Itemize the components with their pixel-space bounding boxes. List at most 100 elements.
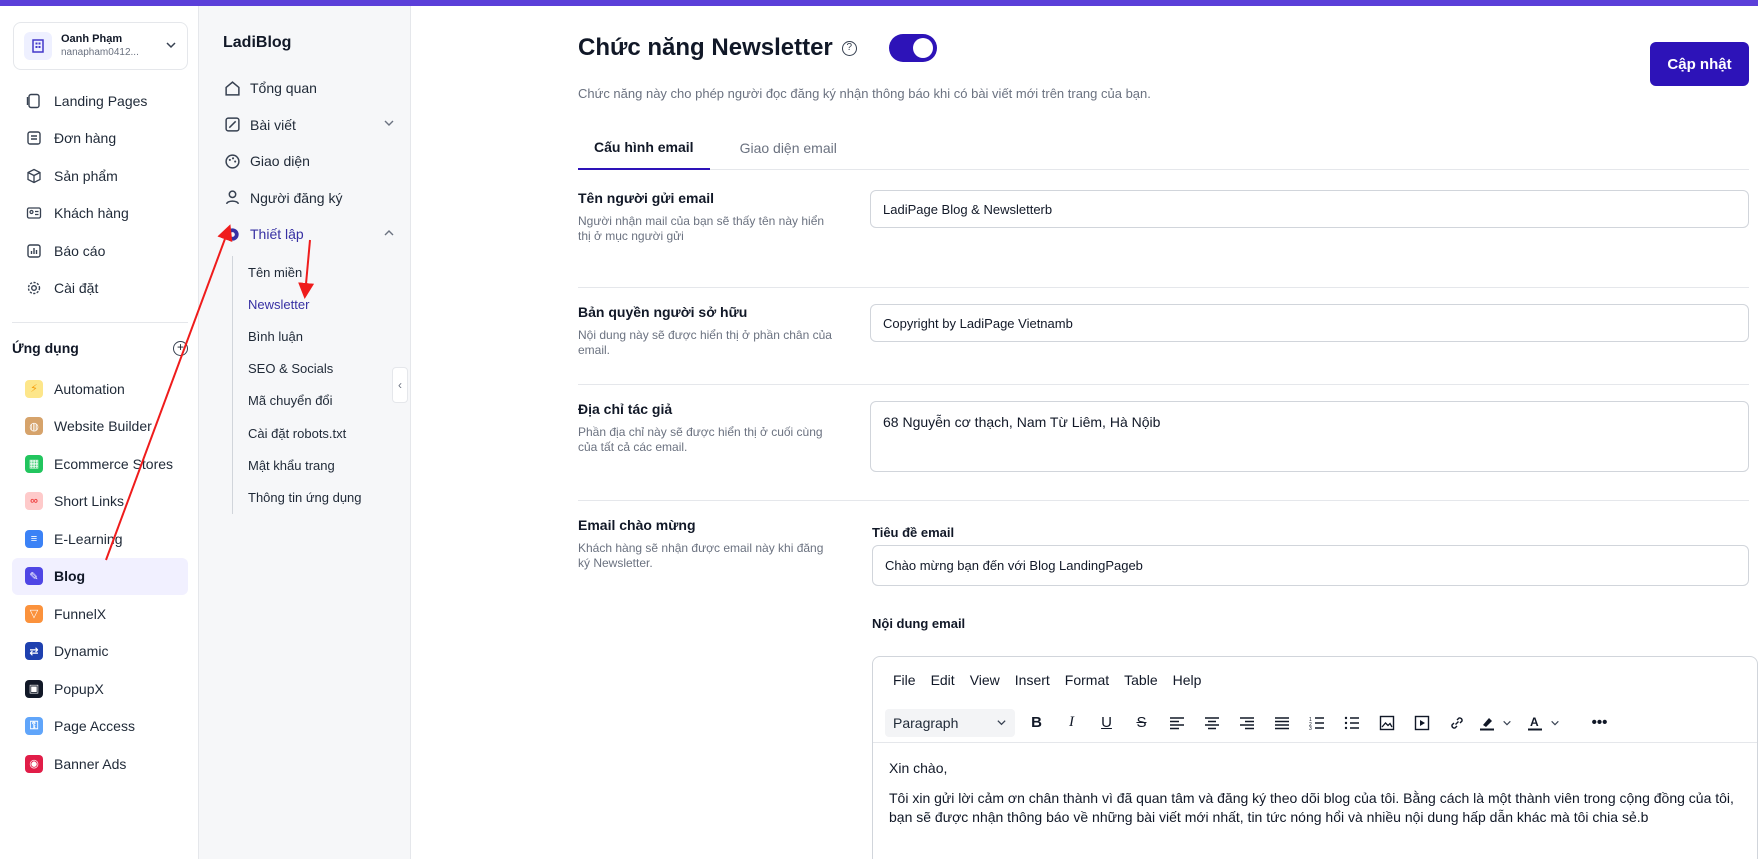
submenu-domain[interactable]: Tên miền [233,256,392,288]
align-justify-icon[interactable] [1264,709,1299,737]
menu-edit[interactable]: Edit [931,672,955,688]
app-label: Website Builder [54,418,152,435]
blog-nav-subscribers[interactable]: Người đăng ký [223,180,395,217]
menu-file[interactable]: File [893,672,916,688]
nav-item-customers[interactable]: Khách hàng [12,195,188,233]
blog-nav-label: Người đăng ký [250,189,343,206]
newsletter-toggle[interactable] [888,34,937,62]
update-button[interactable]: Cập nhật [1650,42,1749,86]
nav-label: Khách hàng [54,205,129,222]
menu-insert[interactable]: Insert [1015,672,1050,688]
underline-icon[interactable]: U [1089,709,1124,737]
app-item-website-builder[interactable]: ◍ Website Builder [12,408,188,446]
blog-sidebar: ‹ LadiBlog Tổng quan Bài viết Giao diện … [199,6,411,859]
app-label: Page Access [54,718,135,735]
nav-item-landing-pages[interactable]: Landing Pages [12,82,188,120]
nav-item-reports[interactable]: Báo cáo [12,232,188,270]
app-item-popupx[interactable]: ▣ PopupX [12,670,188,708]
app-label: Short Links [54,493,125,510]
submenu-conversion-code[interactable]: Mã chuyển đổi [233,385,392,417]
image-icon[interactable] [1369,709,1404,737]
nav-label: Landing Pages [54,92,148,109]
page-header: Chức năng Newsletter ? [578,34,937,62]
blog-nav-settings[interactable]: Thiết lập [223,216,395,253]
app-item-banner-ads[interactable]: ◉ Banner Ads [12,745,188,783]
subject-label: Tiêu đề email [872,525,955,540]
block-format-select[interactable]: Paragraph [885,708,1015,737]
chevron-down-icon[interactable] [1500,709,1514,737]
banner-icon: ◉ [25,754,43,773]
address-textarea[interactable]: 68 Nguyễn cơ thạch, Nam Từ Liêm, Hà Nộib [870,401,1749,472]
submenu-newsletter[interactable]: Newsletter [233,288,392,320]
submenu-app-info[interactable]: Thông tin ứng dụng [233,481,392,513]
bold-icon[interactable]: B [1019,709,1054,737]
app-item-funnelx[interactable]: ▽ FunnelX [12,595,188,633]
subject-field[interactable]: Chào mừng bạn đến với Blog LandingPageb [872,545,1749,586]
submenu-comments[interactable]: Bình luận [233,320,392,352]
collapse-sidebar-icon[interactable]: ‹ [392,367,408,403]
menu-format[interactable]: Format [1065,672,1109,688]
blog-brand: LadiBlog [223,34,292,51]
blog-nav-overview[interactable]: Tổng quan [223,70,395,107]
highlight-icon[interactable] [1474,709,1500,737]
blog-nav-theme[interactable]: Giao diện [223,143,395,180]
align-left-icon[interactable] [1159,709,1194,737]
menu-table[interactable]: Table [1124,672,1157,688]
app-item-elearning[interactable]: ≡ E-Learning [12,520,188,558]
menu-help[interactable]: Help [1173,672,1202,688]
link-icon[interactable] [1439,709,1474,737]
copyright-field[interactable]: Copyright by LadiPage Vietnamb [870,304,1749,342]
nav-item-settings[interactable]: Cài đặt [12,270,188,308]
sender-row: Tên người gửi email Người nhận mail của … [578,190,1749,288]
main-sidebar: Oanh Phạm nanapham0412... Landing Pages … [0,6,199,859]
rich-text-editor[interactable]: File Edit View Insert Format Table Help … [872,656,1758,859]
menu-view[interactable]: View [970,672,1000,688]
submenu-page-password[interactable]: Mật khẩu trang [233,449,392,481]
account-email: nanapham0412... [61,47,139,58]
account-switcher[interactable]: Oanh Phạm nanapham0412... [13,22,188,70]
text-color-icon[interactable]: A [1522,709,1548,737]
tabs: Cấu hình email Giao diện email [578,126,1749,170]
nav-item-products[interactable]: Sản phẩm [12,157,188,195]
tab-email-theme[interactable]: Giao diện email [724,126,853,170]
submenu-robots[interactable]: Cài đặt robots.txt [233,417,392,449]
sidebar-divider [12,322,188,323]
sender-desc: Người nhận mail của bạn sẽ thấy tên này … [578,214,825,243]
content-label: Nội dung email [872,616,966,631]
submenu-seo-socials[interactable]: SEO & Socials [233,353,392,385]
bullet-list-icon[interactable] [1334,709,1369,737]
blog-nav-label: Giao diện [250,153,310,170]
sender-name-field[interactable]: LadiPage Blog & Newsletterb [870,190,1749,228]
editor-content[interactable]: Xin chào, Tôi xin gửi lời cảm ơn chân th… [873,743,1757,854]
strikethrough-icon[interactable]: S [1124,709,1159,737]
align-right-icon[interactable] [1229,709,1264,737]
apps-header: Ứng dụng + [12,340,188,356]
nav-item-orders[interactable]: Đơn hàng [12,120,188,158]
box-icon [25,167,43,185]
blog-nav-label: Bài viết [250,116,296,133]
app-item-blog[interactable]: ✎ Blog [12,557,188,595]
bolt-icon: ⚡ [25,379,43,398]
blog-nav-posts[interactable]: Bài viết [223,107,395,144]
tab-email-config[interactable]: Cấu hình email [578,126,710,170]
more-options-icon[interactable]: ••• [1582,709,1617,737]
block-format-value: Paragraph [893,714,959,731]
numbered-list-icon[interactable]: 123 [1299,709,1334,737]
store-icon: ▦ [25,454,43,473]
add-app-icon[interactable]: + [173,340,188,356]
help-icon[interactable]: ? [841,40,857,56]
editor-line-body: Tôi xin gửi lời cảm ơn chân thành vì đã … [889,790,1734,825]
app-item-short-links[interactable]: ∞ Short Links [12,483,188,521]
media-icon[interactable] [1404,709,1439,737]
chevron-down-icon[interactable] [1548,709,1562,737]
editor-menubar: File Edit View Insert Format Table Help [873,657,1757,703]
nav-label: Sản phẩm [54,167,118,184]
app-item-automation[interactable]: ⚡ Automation [12,370,188,408]
italic-icon[interactable]: I [1054,709,1089,737]
app-label: FunnelX [54,605,107,622]
align-center-icon[interactable] [1194,709,1229,737]
page-title: Chức năng Newsletter [578,34,833,61]
app-item-ecommerce[interactable]: ▦ Ecommerce Stores [12,445,188,483]
app-item-page-access[interactable]: ⚿ Page Access [12,708,188,746]
app-item-dynamic[interactable]: ⇄ Dynamic [12,633,188,671]
